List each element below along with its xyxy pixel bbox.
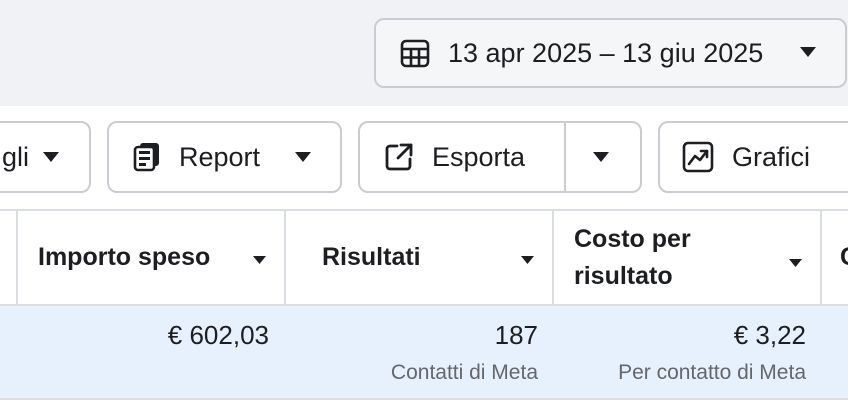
details-label: gli <box>2 141 30 172</box>
export-button[interactable]: Esporta <box>358 121 642 193</box>
date-range-label: 13 apr 2025 – 13 giu 2025 <box>448 37 764 68</box>
details-button[interactable]: gli <box>0 121 91 193</box>
cell-results: 187 Contatti di Meta <box>286 306 538 398</box>
report-button[interactable]: Report <box>107 121 342 193</box>
sort-caret-icon <box>521 256 534 264</box>
chart-icon <box>682 141 714 173</box>
report-label: Report <box>179 141 261 172</box>
calendar-icon <box>400 39 430 68</box>
sort-caret-icon <box>253 256 266 264</box>
column-header-cost-per-result[interactable]: Costo per risultato <box>554 211 820 304</box>
column-header-label: Risultati <box>322 243 421 271</box>
column-header-next-partial[interactable]: C <box>822 211 848 304</box>
sort-caret-icon <box>789 259 802 267</box>
charts-label: Grafici <box>732 141 811 172</box>
column-header-amount-spent[interactable]: Importo speso <box>18 211 286 304</box>
column-header-results[interactable]: Risultati <box>286 211 552 304</box>
caret-down-icon <box>800 47 816 57</box>
charts-button[interactable]: Grafici <box>658 121 848 193</box>
amount-spent-value: € 602,03 <box>167 320 269 350</box>
results-value: 187 <box>494 320 538 350</box>
export-options-caret-icon[interactable] <box>592 151 610 163</box>
date-range-picker[interactable]: 13 apr 2025 – 13 giu 2025 <box>374 18 847 88</box>
export-icon <box>385 143 413 171</box>
results-subtitle: Contatti di Meta <box>390 361 538 384</box>
table-bottom-area <box>0 400 848 412</box>
cost-per-result-subtitle: Per contatto di Meta <box>618 361 806 384</box>
column-header-label: Importo speso <box>38 243 211 271</box>
column-header-label: Costo per risultato <box>574 224 691 290</box>
export-label: Esporta <box>432 141 526 172</box>
cost-per-result-value: € 3,22 <box>733 320 806 350</box>
column-header-label: C <box>840 243 848 272</box>
report-icon <box>133 143 159 172</box>
export-button-divider <box>564 123 566 191</box>
caret-down-icon <box>295 152 311 162</box>
caret-down-icon <box>43 152 59 162</box>
cell-cost-per-result: € 3,22 Per contatto di Meta <box>554 306 806 398</box>
cell-amount-spent: € 602,03 <box>18 306 269 398</box>
